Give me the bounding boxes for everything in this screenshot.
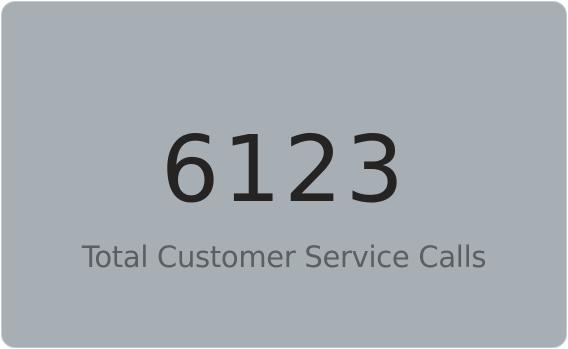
kpi-value: 6123 [160, 116, 408, 223]
kpi-card: 6123 Total Customer Service Calls [1, 1, 567, 348]
kpi-label: Total Customer Service Calls [81, 240, 487, 274]
